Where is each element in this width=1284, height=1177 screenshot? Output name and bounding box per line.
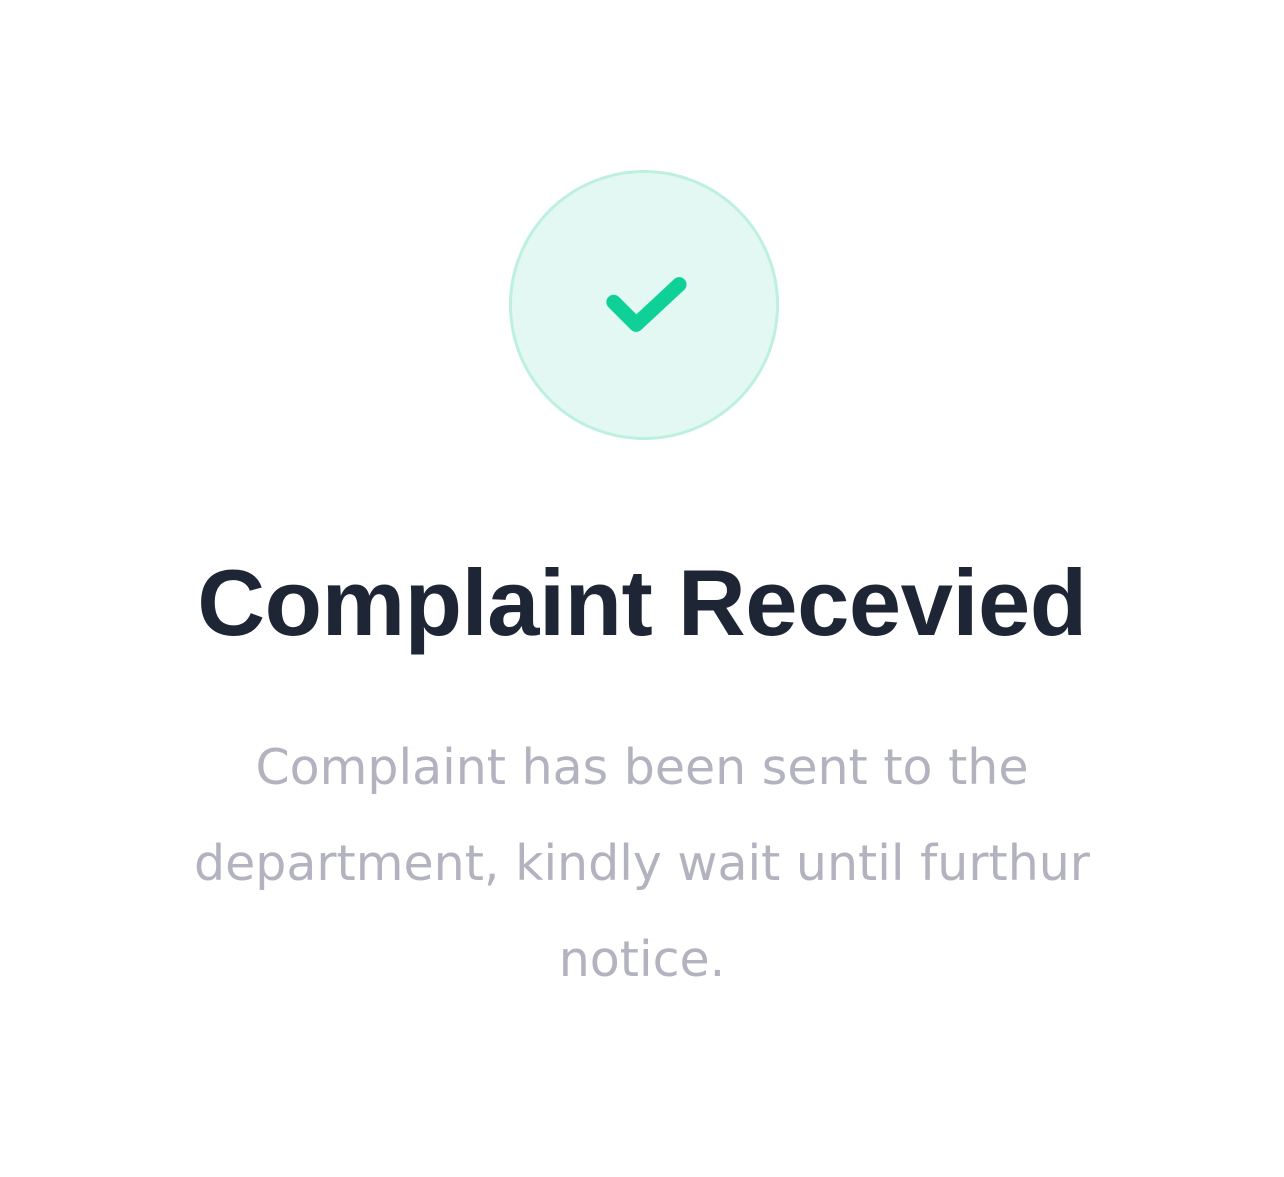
success-badge (509, 170, 779, 440)
page-title: Complaint Recevied (197, 550, 1087, 655)
check-icon (606, 277, 687, 332)
confirmation-screen: Complaint Recevied Complaint has been se… (0, 0, 1284, 1177)
confirmation-message: Complaint has been sent to the departmen… (194, 739, 1090, 988)
